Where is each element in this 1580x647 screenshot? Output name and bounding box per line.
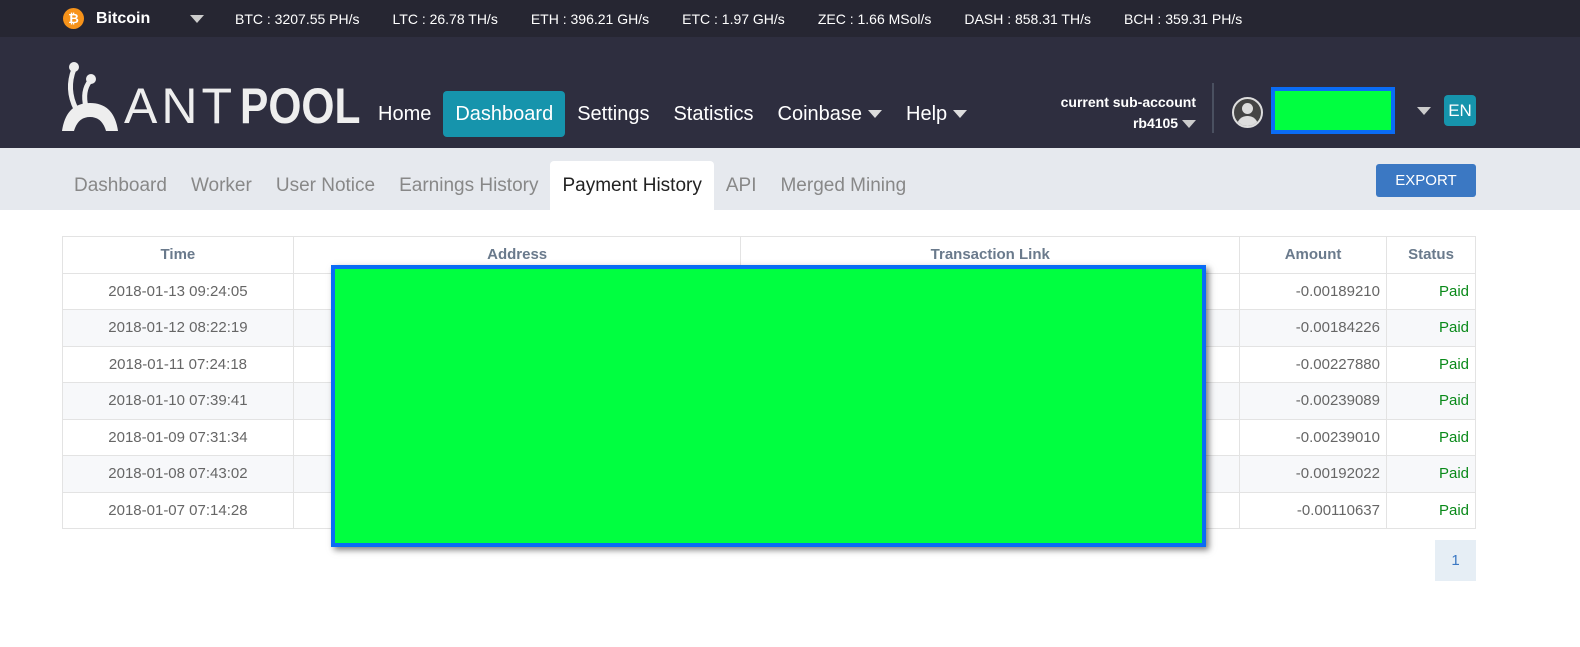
top-bar: ₿ Bitcoin BTC : 3207.55 PH/s LTC : 26.78… <box>0 0 1580 37</box>
logo-ant-text: ANT <box>124 78 236 134</box>
tab-list: Dashboard Worker User Notice Earnings Hi… <box>62 161 918 210</box>
tab-payment-history[interactable]: Payment History <box>550 161 714 210</box>
nav-home[interactable]: Home <box>366 91 443 137</box>
amount-cell: -0.00192022 <box>1239 455 1387 493</box>
amount-cell: -0.00239089 <box>1239 382 1387 420</box>
rate-ltc: LTC : 26.78 TH/s <box>392 11 498 27</box>
sub-account-name: rb4105 <box>1132 115 1179 131</box>
coin-selector[interactable]: ₿ Bitcoin <box>63 8 205 29</box>
user-avatar-icon[interactable] <box>1232 97 1263 128</box>
tab-dashboard[interactable]: Dashboard <box>62 161 179 210</box>
time-cell: 2018-01-08 07:43:02 <box>62 455 294 493</box>
tab-api[interactable]: API <box>714 161 769 210</box>
chevron-down-icon <box>953 110 968 118</box>
status-cell: Paid <box>1386 491 1476 529</box>
nav-coinbase-label: Coinbase <box>777 103 863 125</box>
tab-user-notice[interactable]: User Notice <box>264 161 387 210</box>
pagination-page-1[interactable]: 1 <box>1435 540 1476 581</box>
language-button[interactable]: EN <box>1444 95 1476 126</box>
rate-bch: BCH : 359.31 PH/s <box>1123 11 1243 27</box>
sub-account-label: current sub-account <box>1060 94 1196 110</box>
amount-cell: -0.00110637 <box>1239 491 1387 529</box>
tab-earnings-history[interactable]: Earnings History <box>387 161 550 210</box>
status-cell: Paid <box>1386 309 1476 347</box>
chevron-down-icon <box>1182 120 1196 128</box>
status-cell: Paid <box>1386 272 1476 310</box>
chevron-down-icon[interactable] <box>190 14 205 23</box>
col-status: Status <box>1386 236 1476 274</box>
rate-dash: DASH : 858.31 TH/s <box>964 11 1091 27</box>
time-cell: 2018-01-13 09:24:05 <box>62 272 294 310</box>
amount-cell: -0.00184226 <box>1239 309 1387 347</box>
status-cell: Paid <box>1386 345 1476 383</box>
time-cell: 2018-01-07 07:14:28 <box>62 491 294 529</box>
status-cell: Paid <box>1386 418 1476 456</box>
amount-cell: -0.00227880 <box>1239 345 1387 383</box>
time-cell: 2018-01-11 07:24:18 <box>62 345 294 383</box>
tab-merged-mining[interactable]: Merged Mining <box>768 161 918 210</box>
amount-cell: -0.00239010 <box>1239 418 1387 456</box>
status-cell: Paid <box>1386 382 1476 420</box>
sub-account-selector[interactable]: current sub-account rb4105 <box>1061 92 1196 134</box>
time-cell: 2018-01-12 08:22:19 <box>62 309 294 347</box>
nav-help-label: Help <box>906 103 948 125</box>
redacted-username[interactable] <box>1271 87 1395 134</box>
amount-cell: -0.00189210 <box>1239 272 1387 310</box>
redacted-region <box>331 265 1206 547</box>
header: ANT POOL Home Dashboard Settings Statist… <box>0 37 1580 148</box>
rate-zec: ZEC : 1.66 MSol/s <box>817 11 932 27</box>
export-button[interactable]: EXPORT <box>1376 164 1476 197</box>
ant-logo-icon <box>62 62 118 131</box>
rate-btc: BTC : 3207.55 PH/s <box>235 11 360 27</box>
nav-help[interactable]: Help <box>894 91 979 137</box>
main-nav: Home Dashboard Settings Statistics Coinb… <box>366 91 979 137</box>
coin-name: Bitcoin <box>96 9 151 27</box>
logo-pool-text: POOL <box>240 78 361 134</box>
nav-dashboard[interactable]: Dashboard <box>443 91 566 137</box>
antpool-logo[interactable]: ANT POOL <box>62 59 382 131</box>
chevron-down-icon <box>868 110 883 118</box>
nav-coinbase[interactable]: Coinbase <box>766 91 895 137</box>
time-cell: 2018-01-09 07:31:34 <box>62 418 294 456</box>
bitcoin-icon: ₿ <box>63 8 84 29</box>
tab-worker[interactable]: Worker <box>179 161 264 210</box>
status-cell: Paid <box>1386 455 1476 493</box>
divider <box>1212 83 1214 133</box>
time-cell: 2018-01-10 07:39:41 <box>62 382 294 420</box>
user-menu-chevron-icon[interactable] <box>1417 107 1431 115</box>
sub-nav: Dashboard Worker User Notice Earnings Hi… <box>0 148 1580 210</box>
nav-settings[interactable]: Settings <box>565 91 661 137</box>
col-amount: Amount <box>1239 236 1387 274</box>
rate-etc: ETC : 1.97 GH/s <box>682 11 785 27</box>
col-time: Time <box>62 236 294 274</box>
nav-statistics[interactable]: Statistics <box>661 91 765 137</box>
hashrate-list: BTC : 3207.55 PH/s LTC : 26.78 TH/s ETH … <box>235 11 1275 27</box>
rate-eth: ETH : 396.21 GH/s <box>530 11 650 27</box>
